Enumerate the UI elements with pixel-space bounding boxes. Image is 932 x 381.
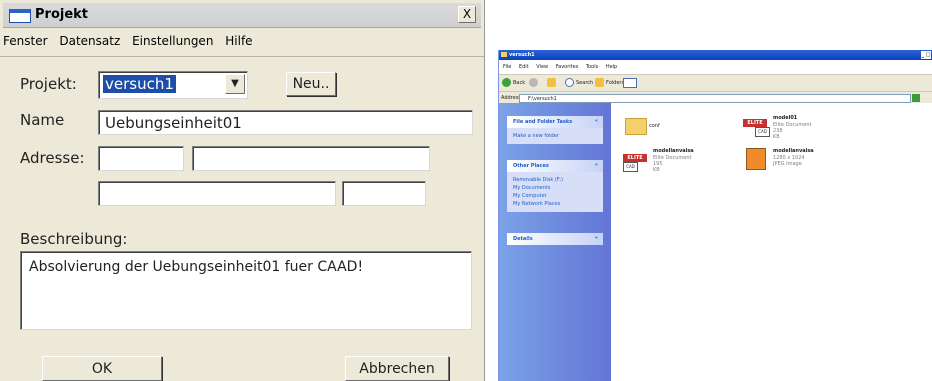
file-size: 238 KB <box>773 128 783 140</box>
address-input[interactable]: F:\versuch1 <box>519 94 911 103</box>
window-icon <box>9 9 31 23</box>
collapse-chevron-icon[interactable]: « <box>595 118 598 124</box>
menu-datensatz[interactable]: Datensatz <box>59 34 120 48</box>
file-type: JPEG Image <box>773 161 802 167</box>
projekt-combobox-value: versuch1 <box>103 75 176 93</box>
explorer-titlebar: versuch1 _ □ <box>499 50 932 60</box>
adresse-field-2[interactable] <box>192 146 430 171</box>
views-button[interactable] <box>623 78 637 88</box>
collapse-chevron-icon[interactable]: « <box>595 162 598 168</box>
back-button[interactable]: Back <box>502 78 525 87</box>
explorer-toolbar: Back Search Folders <box>499 74 932 91</box>
beschreibung-textarea[interactable]: Absolvierung der Uebungseinheit01 fuer C… <box>20 251 472 330</box>
elite-cad-icon: ELITE CAD <box>623 146 649 172</box>
menu-file[interactable]: File <box>503 64 511 70</box>
other-places-panel: Other Places « Removable Disk (F:) My Do… <box>507 160 603 212</box>
menu-view[interactable]: View <box>536 64 548 70</box>
panel-title: Other Places <box>513 163 549 169</box>
folders-button[interactable]: Folders <box>595 78 624 87</box>
menu-edit[interactable]: Edit <box>519 64 529 70</box>
neu-button[interactable]: Neu.. <box>286 72 336 96</box>
panel-header[interactable]: File and Folder Tasks « <box>507 116 603 128</box>
abbrechen-button[interactable]: Abbrechen <box>345 356 449 381</box>
elite-logo: ELITE <box>623 154 647 162</box>
folders-label: Folders <box>606 79 625 86</box>
file-name: modellanvalsa <box>773 148 814 154</box>
elite-logo: ELITE <box>743 119 767 127</box>
adresse-field-3[interactable] <box>98 181 336 206</box>
chevron-down-icon[interactable]: ▼ <box>225 74 245 94</box>
projekt-dialog: Projekt X Fenster Datensatz Einstellunge… <box>0 0 485 381</box>
search-label: Search <box>576 79 594 86</box>
dialog-titlebar: Projekt X <box>3 3 481 28</box>
search-button[interactable]: Search <box>565 78 593 87</box>
window-controls[interactable]: _ □ <box>921 51 931 59</box>
back-arrow-icon <box>502 78 511 87</box>
menu-tools[interactable]: Tools <box>586 64 598 70</box>
task-pane: File and Folder Tasks « Make a new folde… <box>499 103 611 381</box>
menu-favorites[interactable]: Favorites <box>556 64 579 70</box>
explorer-window: versuch1 _ □ File Edit View Favorites To… <box>498 50 932 381</box>
menu-fenster[interactable]: Fenster <box>3 34 48 48</box>
elite-cad-icon: ELITE CAD <box>743 113 770 137</box>
panel-title: File and Folder Tasks <box>513 119 573 125</box>
file-name: model01 <box>773 115 798 121</box>
search-icon <box>565 78 574 87</box>
name-field[interactable]: Uebungseinheit01 <box>98 110 473 135</box>
back-label: Back <box>513 79 526 86</box>
image-icon <box>746 148 766 170</box>
dialog-title: Projekt <box>35 7 89 22</box>
collapse-chevron-icon[interactable]: « <box>595 235 598 241</box>
adresse-label: Adresse: <box>20 149 85 167</box>
forward-arrow-icon <box>529 78 538 87</box>
my-documents-link[interactable]: My Documents <box>513 185 597 191</box>
up-folder-button[interactable] <box>547 78 556 87</box>
explorer-title: versuch1 <box>509 52 535 58</box>
go-button[interactable] <box>912 94 920 102</box>
address-label: Address <box>501 95 521 101</box>
up-folder-icon <box>547 78 556 87</box>
projekt-label: Projekt: <box>20 75 77 93</box>
panel-body: Removable Disk (F:) My Documents My Comp… <box>507 172 603 212</box>
folder-icon <box>625 118 647 135</box>
dialog-menubar: Fenster Datensatz Einstellungen Hilfe <box>3 34 261 54</box>
panel-body: Make a new folder <box>507 128 603 144</box>
make-new-folder-link[interactable]: Make a new folder <box>513 133 597 139</box>
cad-logo: CAD <box>623 162 638 172</box>
panel-header[interactable]: Other Places « <box>507 160 603 172</box>
menu-help[interactable]: Help <box>606 64 617 70</box>
name-label: Name <box>20 111 65 129</box>
removable-disk-link[interactable]: Removable Disk (F:) <box>513 177 597 183</box>
my-network-places-link[interactable]: My Network Places <box>513 201 597 207</box>
adresse-field-1[interactable] <box>98 146 184 171</box>
close-button[interactable]: X <box>458 6 476 23</box>
address-bar: Address F:\versuch1 <box>499 91 932 103</box>
menu-divider <box>0 56 484 57</box>
menu-hilfe[interactable]: Hilfe <box>225 34 252 48</box>
forward-button[interactable] <box>529 78 538 87</box>
menu-einstellungen[interactable]: Einstellungen <box>132 34 213 48</box>
cad-logo: CAD <box>755 127 770 137</box>
folders-icon <box>595 78 604 87</box>
my-computer-link[interactable]: My Computer <box>513 193 597 199</box>
ok-button[interactable]: OK <box>42 356 162 381</box>
projekt-combobox[interactable]: versuch1 ▼ <box>98 71 248 99</box>
folder-icon <box>501 52 507 57</box>
details-panel: Details « <box>507 233 603 245</box>
address-value: F:\versuch1 <box>528 96 557 102</box>
panel-header[interactable]: Details « <box>507 233 603 245</box>
file-name: conf <box>649 123 660 129</box>
beschreibung-label: Beschreibung: <box>20 230 128 248</box>
file-folder-tasks-panel: File and Folder Tasks « Make a new folde… <box>507 116 603 144</box>
views-icon <box>623 78 637 88</box>
panel-title: Details <box>513 236 533 242</box>
adresse-field-4[interactable] <box>342 181 426 206</box>
file-name: modellanvalsa <box>653 148 694 154</box>
explorer-menubar: File Edit View Favorites Tools Help <box>503 64 623 70</box>
file-size: 195 KB <box>653 161 663 173</box>
